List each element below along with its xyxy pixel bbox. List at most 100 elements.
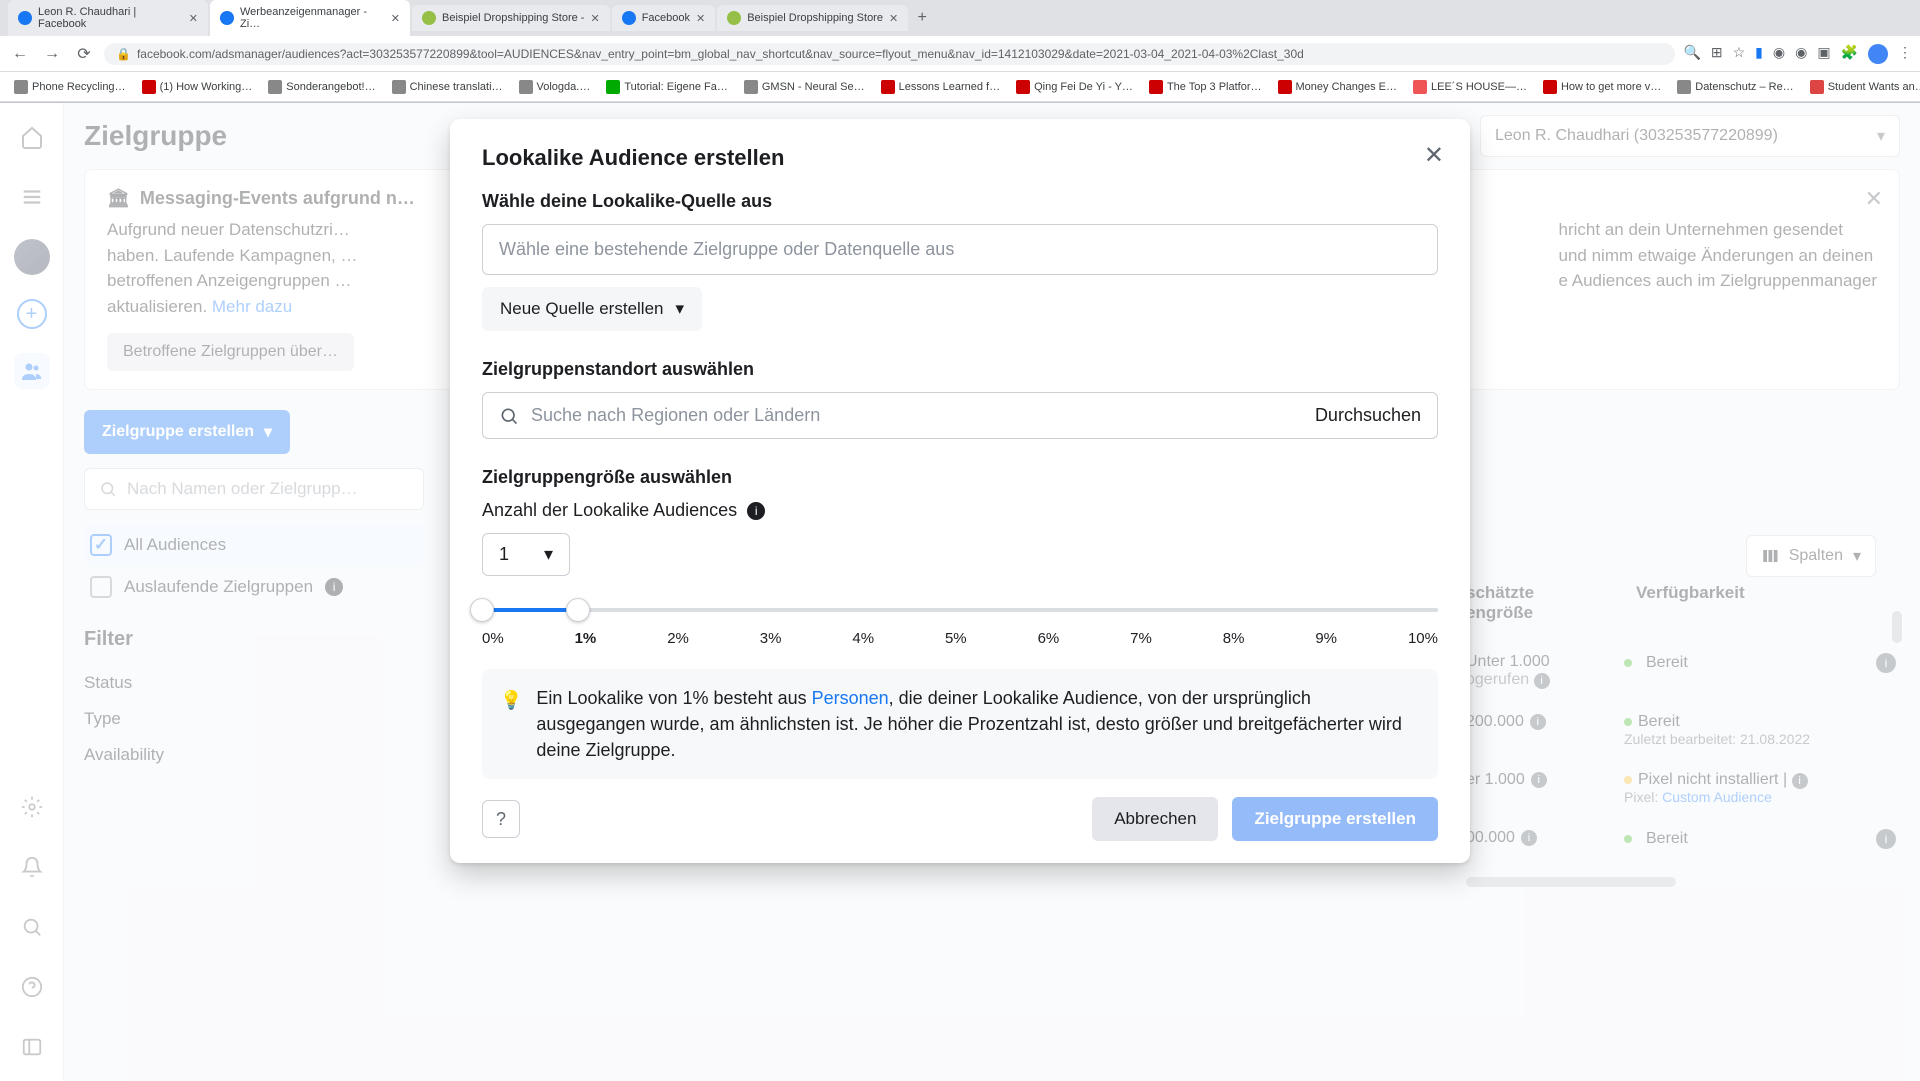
gift-icon[interactable]: ⊞ <box>1711 44 1723 64</box>
url-text: facebook.com/adsmanager/audiences?act=30… <box>137 47 1304 61</box>
size-slider[interactable]: 0% 1% 2% 3% 4% 5% 6% 7% 8% 9% 10% <box>482 608 1438 647</box>
bookmark-favicon <box>1810 80 1824 94</box>
browse-link[interactable]: Durchsuchen <box>1315 405 1421 426</box>
browser-tab[interactable]: Beispiel Dropshipping Store - ✕ <box>412 5 610 31</box>
create-audience-button[interactable]: Zielgruppe erstellen <box>1232 797 1438 841</box>
slider-label: 5% <box>945 630 967 647</box>
tab-strip: Leon R. Chaudhari | Facebook ✕ Werbeanzei… <box>0 0 1920 36</box>
new-tab-button[interactable]: + <box>910 6 934 30</box>
bookmark-label: Lessons Learned f… <box>899 81 1001 93</box>
bookmark-favicon <box>142 80 156 94</box>
tab-label: Beispiel Dropshipping Store <box>747 12 883 24</box>
info-text: Ein Lookalike von 1% besteht aus <box>536 688 811 708</box>
bookmark-label: Money Changes E… <box>1296 81 1398 93</box>
bookmark[interactable]: GMSN - Neural Se… <box>738 77 871 97</box>
chevron-down-icon: ▾ <box>675 299 684 319</box>
star-icon[interactable]: ☆ <box>1733 44 1746 64</box>
source-placeholder: Wähle eine bestehende Zielgruppe oder Da… <box>499 239 954 259</box>
new-source-button[interactable]: Neue Quelle erstellen ▾ <box>482 287 702 331</box>
bookmark[interactable]: Lessons Learned f… <box>875 77 1007 97</box>
fb-icon[interactable]: ▮ <box>1755 44 1763 64</box>
modal-overlay: Lookalike Audience erstellen ✕ Wähle dei… <box>0 103 1920 1081</box>
ext-icon[interactable]: 🧩 <box>1841 44 1858 64</box>
bookmark-favicon <box>392 80 406 94</box>
bookmark[interactable]: Student Wants an… <box>1804 77 1920 97</box>
reload-button[interactable]: ⟳ <box>72 42 96 66</box>
ext-icon[interactable]: ◉ <box>1773 44 1785 64</box>
help-button[interactable]: ? <box>482 800 520 838</box>
bookmark-favicon <box>1278 80 1292 94</box>
bookmark[interactable]: Vologda.… <box>513 77 597 97</box>
bookmark-label: Chinese translati… <box>410 81 503 93</box>
lightbulb-icon: 💡 <box>500 687 522 763</box>
bookmark-label: Qing Fei De Yi - Y… <box>1034 81 1133 93</box>
forward-button[interactable]: → <box>40 42 64 66</box>
bookmark[interactable]: Datenschutz – Re… <box>1671 77 1799 97</box>
bookmark[interactable]: How to get more v… <box>1537 77 1667 97</box>
close-icon[interactable]: ✕ <box>391 12 400 25</box>
tab-label: Beispiel Dropshipping Store - <box>442 12 584 24</box>
slider-label: 3% <box>760 630 782 647</box>
close-icon[interactable]: ✕ <box>696 12 705 25</box>
bookmark-favicon <box>1149 80 1163 94</box>
ext-icon[interactable]: ▣ <box>1817 44 1830 64</box>
source-section-title: Wähle deine Lookalike-Quelle aus <box>482 191 1438 212</box>
bookmark-favicon <box>1413 80 1427 94</box>
search-icon <box>499 406 519 426</box>
browser-chrome: Leon R. Chaudhari | Facebook ✕ Werbeanzei… <box>0 0 1920 103</box>
url-icons: 🔍 ⊞ ☆ ▮ ◉ ◉ ▣ 🧩 ⋮ <box>1683 44 1912 64</box>
bookmark-favicon <box>881 80 895 94</box>
slider-label: 4% <box>852 630 874 647</box>
slider-label: 7% <box>1130 630 1152 647</box>
bookmark-label: Vologda.… <box>537 81 591 93</box>
facebook-icon <box>220 11 234 25</box>
bookmark[interactable]: (1) How Working… <box>136 77 259 97</box>
bookmark[interactable]: Money Changes E… <box>1272 77 1404 97</box>
lock-icon: 🔒 <box>116 47 131 61</box>
slider-label: 0% <box>482 630 504 647</box>
bookmark-favicon <box>14 80 28 94</box>
browser-tab[interactable]: Facebook✕ <box>612 5 716 31</box>
persons-link[interactable]: Personen <box>812 688 889 708</box>
bookmark[interactable]: Qing Fei De Yi - Y… <box>1010 77 1139 97</box>
shop-icon <box>727 11 741 25</box>
bookmark[interactable]: Sonderangebot!… <box>262 77 381 97</box>
slider-handle-min[interactable] <box>470 598 494 622</box>
cancel-button[interactable]: Abbrechen <box>1092 797 1218 841</box>
bookmark-label: GMSN - Neural Se… <box>762 81 865 93</box>
slider-label: 9% <box>1315 630 1337 647</box>
browser-tab[interactable]: Werbeanzeigenmanager - Zi…✕ <box>210 0 410 36</box>
bookmark[interactable]: LEE´S HOUSE—… <box>1407 77 1533 97</box>
close-icon[interactable]: ✕ <box>889 12 898 25</box>
slider-handle-max[interactable] <box>566 598 590 622</box>
avatar-icon[interactable] <box>1868 44 1888 64</box>
back-button[interactable]: ← <box>8 42 32 66</box>
bookmark[interactable]: The Top 3 Platfor… <box>1143 77 1268 97</box>
zoom-icon[interactable]: 🔍 <box>1683 44 1700 64</box>
menu-icon[interactable]: ⋮ <box>1898 44 1912 64</box>
close-icon[interactable]: ✕ <box>1424 141 1444 170</box>
bookmark-label: Phone Recycling… <box>32 81 126 93</box>
info-icon[interactable]: i <box>747 502 765 520</box>
tab-label: Leon R. Chaudhari | Facebook <box>38 6 183 30</box>
url-bar[interactable]: 🔒 facebook.com/adsmanager/audiences?act=3… <box>104 43 1675 65</box>
count-select[interactable]: 1 ▾ <box>482 533 570 576</box>
bookmark[interactable]: Phone Recycling… <box>8 77 132 97</box>
info-box: 💡 Ein Lookalike von 1% besteht aus Perso… <box>482 669 1438 779</box>
ext-icon[interactable]: ◉ <box>1795 44 1807 64</box>
slider-track <box>482 608 1438 612</box>
slider-label: 2% <box>667 630 689 647</box>
bookmark[interactable]: Chinese translati… <box>386 77 509 97</box>
browser-tab[interactable]: Beispiel Dropshipping Store ✕ <box>717 5 908 31</box>
bookmark-label: Student Wants an… <box>1828 81 1920 93</box>
location-input[interactable]: Suche nach Regionen oder Ländern Durchsu… <box>482 392 1438 439</box>
close-icon[interactable]: ✕ <box>189 12 198 25</box>
bookmark[interactable]: Tutorial: Eigene Fa… <box>600 77 734 97</box>
close-icon[interactable]: ✕ <box>590 12 599 25</box>
browser-tab[interactable]: Leon R. Chaudhari | Facebook ✕ <box>8 0 208 36</box>
lookalike-modal: Lookalike Audience erstellen ✕ Wähle dei… <box>450 119 1470 863</box>
slider-label: 1% <box>575 630 597 647</box>
slider-fill <box>482 608 578 612</box>
source-input[interactable]: Wähle eine bestehende Zielgruppe oder Da… <box>482 224 1438 275</box>
bookmark-label: The Top 3 Platfor… <box>1167 81 1262 93</box>
